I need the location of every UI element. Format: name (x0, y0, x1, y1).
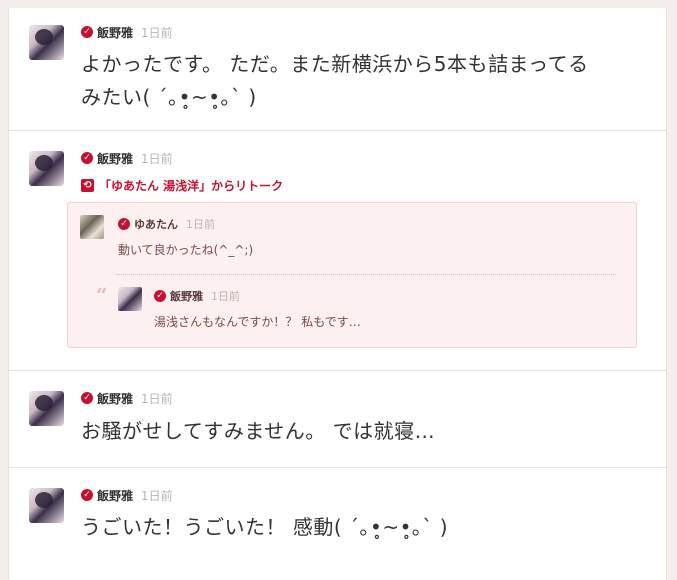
quote-mark-icon: “ (96, 283, 108, 307)
author-name[interactable]: 飯野雅 (97, 390, 133, 407)
retalk-label[interactable]: ⟲ 「ゆあたん 湯浅洋」からリトーク (81, 177, 283, 194)
nested-time[interactable]: 1日前 (211, 288, 240, 304)
quoted-post: ✓ ゆあたん 1日前 動いて良かったね(^_^;) “ ✓ 飯野雅 1日前 湯浅… (67, 202, 637, 348)
retalk-icon: ⟲ (81, 179, 94, 192)
check-badge-icon: ✓ (81, 489, 93, 501)
talk-feed: ✓ 飯野雅 1日前 よかったです。 ただ。また新横浜から5本も詰まってる みたい… (8, 8, 667, 580)
avatar[interactable] (29, 488, 64, 523)
post-meta: ✓ 飯野雅 1日前 (81, 487, 173, 503)
check-badge-icon: ✓ (81, 26, 93, 38)
quoted-text: 動いて良かったね(^_^;) (118, 243, 254, 257)
avatar[interactable] (29, 391, 64, 426)
check-badge-icon: ✓ (118, 218, 130, 230)
nested-author[interactable]: 飯野雅 (170, 288, 203, 304)
check-badge-icon: ✓ (81, 152, 93, 164)
author-name[interactable]: 飯野雅 (97, 24, 133, 41)
post-item: ✓ 飯野雅 1日前 うごいた！うごいた！ 感動( ´｡•̥~•̥｡` ) (9, 468, 666, 580)
quoted-author[interactable]: ゆあたん (134, 216, 178, 232)
avatar[interactable] (118, 287, 142, 311)
post-time[interactable]: 1日前 (141, 487, 173, 504)
author-name[interactable]: 飯野雅 (97, 150, 133, 167)
quoted-time[interactable]: 1日前 (186, 216, 215, 232)
post-text-line: うごいた！うごいた！ 感動( ´｡•̥~•̥｡` ) (81, 515, 449, 539)
divider (116, 274, 616, 275)
post-time[interactable]: 1日前 (141, 24, 173, 41)
post-item: ✓ 飯野雅 1日前 よかったです。 ただ。また新横浜から5本も詰まってる みたい… (9, 8, 666, 131)
author-name[interactable]: 飯野雅 (97, 487, 133, 504)
post-text-line: よかったです。 ただ。また新横浜から5本も詰まってる (81, 52, 589, 76)
post-meta: ✓ 飯野雅 1日前 (81, 150, 173, 166)
nested-text: 湯浅さんもなんですか！？ 私もです… (154, 315, 361, 329)
nested-meta: ✓ 飯野雅 1日前 (154, 288, 240, 304)
post-text-line: みたい( ´｡•̥~•̥｡` ) (81, 85, 257, 109)
avatar[interactable] (29, 151, 64, 186)
post-time[interactable]: 1日前 (141, 390, 173, 407)
check-badge-icon: ✓ (81, 392, 93, 404)
post-time[interactable]: 1日前 (141, 150, 173, 167)
post-item: ✓ 飯野雅 1日前 お騒がせしてすみません。 では就寝… (9, 371, 666, 468)
check-badge-icon: ✓ (154, 290, 166, 302)
post-text-line: お騒がせしてすみません。 では就寝… (81, 419, 436, 443)
quoted-meta: ✓ ゆあたん 1日前 (118, 216, 215, 232)
avatar[interactable] (29, 25, 64, 60)
post-meta: ✓ 飯野雅 1日前 (81, 390, 173, 406)
retalk-text[interactable]: 「ゆあたん 湯浅洋」からリトーク (99, 177, 283, 194)
post-meta: ✓ 飯野雅 1日前 (81, 24, 173, 40)
avatar[interactable] (80, 215, 104, 239)
